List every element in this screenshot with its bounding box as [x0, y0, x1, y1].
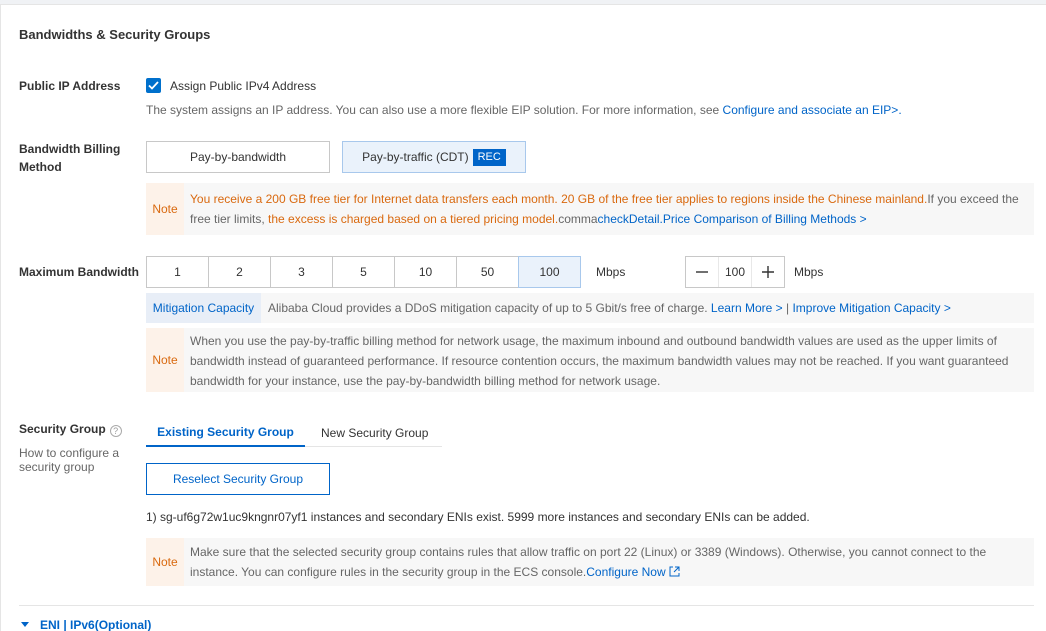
security-group-label-text: Security Group	[19, 422, 106, 436]
assign-ipv4-label[interactable]: Assign Public IPv4 Address	[170, 77, 316, 95]
security-group-note: Note Make sure that the selected securit…	[146, 538, 1034, 586]
bandwidth-input[interactable]: 100	[718, 257, 752, 287]
billing-note-content: You receive a 200 GB free tier for Inter…	[190, 189, 1024, 229]
eip-description-text: The system assigns an IP address. You ca…	[146, 103, 720, 117]
mitigation-capacity-tag: Mitigation Capacity	[146, 293, 261, 323]
security-group-label: Security Group?	[19, 420, 122, 438]
divider	[19, 605, 1034, 606]
bandwidth-stepper: 100	[685, 256, 785, 288]
note-line: bandwidth for your instance, use the pay…	[190, 374, 661, 388]
bandwidth-option-100[interactable]: 100	[518, 256, 581, 288]
note-line: Make sure that the selected security gro…	[190, 545, 987, 559]
price-comparison-link[interactable]: checkDetail.Price Comparison of Billing …	[598, 212, 867, 226]
security-note-content: Make sure that the selected security gro…	[190, 542, 1024, 582]
bandwidth-option-5[interactable]: 5	[332, 256, 395, 288]
note-tag: Note	[146, 183, 184, 235]
help-icon[interactable]: ?	[109, 425, 122, 437]
reselect-security-group-button[interactable]: Reselect Security Group	[146, 463, 330, 495]
pay-by-bandwidth-label: Pay-by-bandwidth	[189, 150, 287, 164]
bandwidth-note-content: When you use the pay-by-traffic billing …	[190, 331, 1024, 391]
bandwidth-option-50[interactable]: 50	[456, 256, 519, 288]
help-line: How to configure a	[19, 446, 120, 460]
bandwidth-note: Note When you use the pay-by-traffic bil…	[146, 328, 1034, 392]
note-tag: Note	[146, 328, 184, 392]
configure-security-group-help[interactable]: How to configure a security group	[19, 446, 119, 474]
tab-existing-security-group[interactable]: Existing Security Group	[146, 419, 305, 447]
note-text: free tier limits,	[190, 212, 269, 226]
free-tier-text: You receive a 200 GB free tier for Inter…	[190, 192, 928, 206]
pay-by-bandwidth-option[interactable]: Pay-by-bandwidth	[146, 141, 330, 173]
caret-down-icon	[21, 622, 29, 627]
note-line: instance. You can configure rules in the…	[190, 565, 587, 579]
mitigation-text: Alibaba Cloud provides a DDoS mitigation…	[268, 301, 708, 315]
eni-ipv6-toggle[interactable]: ENI | IPv6(Optional)	[20, 616, 151, 631]
minus-icon	[696, 271, 708, 273]
note-line: bandwidth instead of guaranteed performa…	[190, 354, 1009, 368]
public-ip-label: Public IP Address	[19, 79, 121, 93]
improve-mitigation-link[interactable]: Improve Mitigation Capacity >	[792, 301, 950, 315]
decrement-button[interactable]	[686, 257, 718, 287]
eip-description: The system assigns an IP address. You ca…	[146, 101, 902, 119]
plus-icon	[762, 266, 774, 278]
billing-method-label: Bandwidth Billing Method	[19, 140, 120, 176]
bandwidth-option-3[interactable]: 3	[270, 256, 333, 288]
max-bandwidth-label: Maximum Bandwidth	[19, 265, 140, 279]
pay-by-traffic-label: Pay-by-traffic (CDT)	[362, 150, 469, 164]
mitigation-text-row: Alibaba Cloud provides a DDoS mitigation…	[268, 299, 951, 317]
billing-method-label-line1: Bandwidth Billing	[19, 142, 121, 156]
stepper-unit: Mbps	[794, 265, 824, 279]
security-group-info: 1) sg-uf6g72w1uc9kngnr07yf1 instances an…	[146, 510, 810, 524]
help-line: security group	[19, 460, 95, 474]
tab-new-security-group[interactable]: New Security Group	[321, 419, 428, 447]
billing-note: Note You receive a 200 GB free tier for …	[146, 183, 1034, 235]
security-group-tabs: Existing Security Group New Security Gro…	[146, 419, 442, 447]
bandwidth-options: 1 2 3 5 10 50 100	[146, 256, 581, 288]
bandwidth-option-10[interactable]: 10	[394, 256, 457, 288]
rec-badge: REC	[472, 148, 506, 166]
tiered-pricing-text: the excess is charged based on a tiered …	[268, 212, 559, 226]
note-text: If you exceed the	[927, 192, 1019, 206]
eip-link[interactable]: Configure and associate an EIP>.	[723, 103, 902, 117]
bandwidth-unit: Mbps	[596, 265, 626, 279]
eni-ipv6-label: ENI | IPv6(Optional)	[40, 618, 152, 631]
check-icon	[148, 81, 159, 90]
increment-button[interactable]	[752, 257, 784, 287]
external-link-icon	[669, 566, 680, 577]
billing-method-label-line2: Method	[19, 160, 62, 174]
learn-more-link[interactable]: Learn More >	[711, 301, 783, 315]
note-text: comma	[558, 212, 598, 226]
separator: |	[785, 301, 790, 315]
note-tag: Note	[146, 538, 184, 586]
note-line: When you use the pay-by-traffic billing …	[190, 334, 997, 348]
assign-ipv4-checkbox[interactable]	[146, 78, 161, 93]
bandwidth-option-2[interactable]: 2	[208, 256, 271, 288]
pay-by-traffic-option[interactable]: Pay-by-traffic (CDT) REC	[342, 141, 526, 173]
bandwidth-option-1[interactable]: 1	[146, 256, 209, 288]
section-title: Bandwidths & Security Groups	[19, 27, 211, 42]
configure-now-link[interactable]: Configure Now	[586, 565, 665, 579]
mitigation-info: Mitigation Capacity Alibaba Cloud provid…	[146, 293, 1034, 323]
